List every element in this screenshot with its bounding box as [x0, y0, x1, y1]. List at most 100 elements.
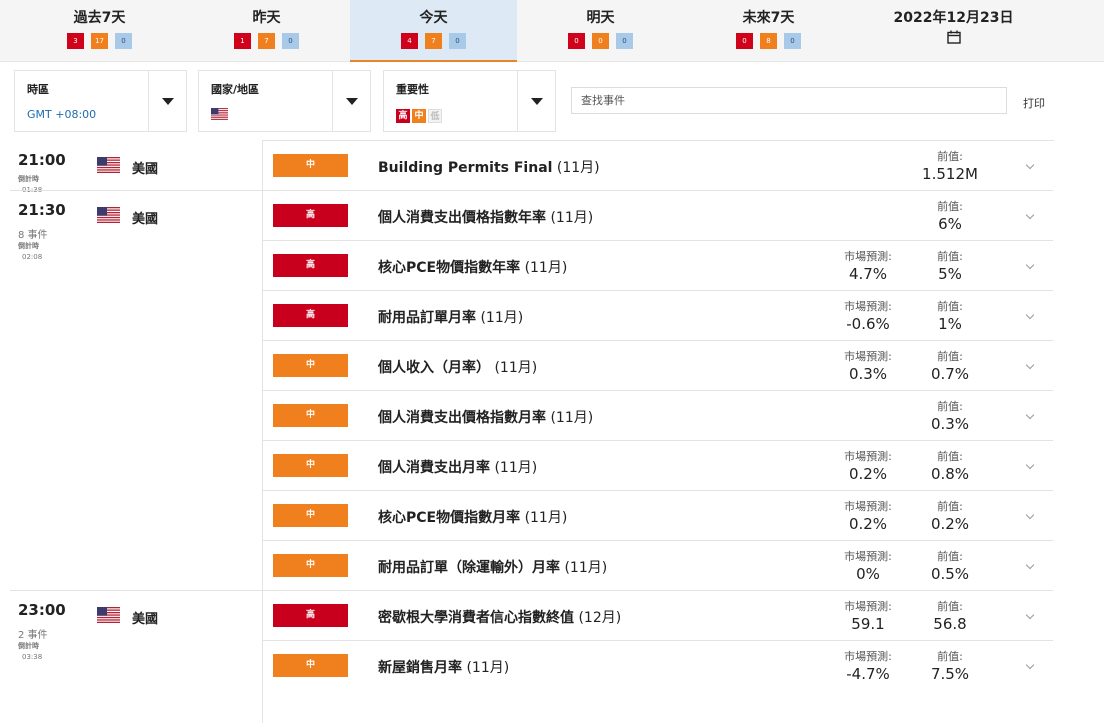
- event-period: (11月): [494, 360, 538, 376]
- chevron-down-icon[interactable]: [1025, 610, 1035, 620]
- forecast-label: 市場預測:: [844, 450, 892, 463]
- event-period: (11月): [524, 260, 568, 276]
- tab-today[interactable]: 今天 4 7 0: [350, 0, 517, 62]
- tab-label: 明天: [586, 10, 615, 26]
- country-dropdown-toggle[interactable]: [332, 71, 370, 131]
- event-name[interactable]: 密歇根大學消費者信心指數終值 (12月): [378, 607, 621, 627]
- event-row[interactable]: 中 個人消費支出價格指數月率 (11月) 前值: 0.3%: [263, 391, 1053, 441]
- tab-yesterday[interactable]: 昨天 1 7 0: [183, 0, 350, 62]
- tab-tomorrow[interactable]: 明天 0 0 0: [517, 0, 684, 62]
- importance-filter[interactable]: 重要性 高 中 低: [383, 70, 556, 132]
- event-row[interactable]: 高 密歇根大學消費者信心指數終值 (12月) 市場預測: 59.1 前值: 56.8: [263, 591, 1053, 641]
- previous-value: 56.8: [933, 615, 967, 633]
- forecast-value: 0.2%: [848, 465, 888, 483]
- event-name[interactable]: 個人收入（月率） (11月): [378, 357, 537, 377]
- print-button[interactable]: 打印: [1023, 95, 1045, 111]
- event-time: 21:00: [18, 151, 66, 169]
- importance-low-chip[interactable]: 低: [428, 109, 442, 123]
- previous-label: 前值:: [937, 500, 963, 513]
- date-picker[interactable]: 2022年12月23日: [870, 0, 1037, 62]
- event-name[interactable]: 耐用品訂單月率 (11月): [378, 307, 523, 327]
- countdown-label: 倒計時: [18, 642, 39, 650]
- importance-badge: 高: [273, 254, 348, 277]
- event-time: 21:30: [18, 201, 66, 219]
- forecast-label: 市場預測:: [844, 300, 892, 313]
- search-input[interactable]: [571, 87, 1007, 114]
- event-row[interactable]: 中 核心PCE物價指數月率 (11月) 市場預測: 0.2% 前值: 0.2%: [263, 491, 1053, 541]
- calendar-icon: [946, 30, 961, 44]
- importance-medium-chip[interactable]: 中: [412, 109, 426, 123]
- tab-next-7-days[interactable]: 未來7天 0 8 0: [685, 0, 852, 62]
- event-title: 個人消費支出價格指數月率: [378, 410, 546, 426]
- importance-badge: 中: [273, 354, 348, 377]
- low-count-badge: 0: [449, 33, 466, 49]
- importance-badge: 中: [273, 454, 348, 477]
- event-row[interactable]: 中 耐用品訂單（除運輸外）月率 (11月) 市場預測: 0% 前值: 0.5%: [263, 541, 1053, 591]
- event-row[interactable]: 中 個人消費支出月率 (11月) 市場預測: 0.2% 前值: 0.8%: [263, 441, 1053, 491]
- event-row[interactable]: 高 個人消費支出價格指數年率 (11月) 前值: 6%: [263, 191, 1053, 241]
- caret-down-icon: [162, 98, 174, 105]
- tab-past-7-days[interactable]: 過去7天 3 17 0: [16, 0, 183, 62]
- previous-value: 0.8%: [930, 465, 970, 483]
- chevron-down-icon[interactable]: [1025, 360, 1035, 370]
- event-time: 23:00: [18, 601, 66, 619]
- forecast-label: 市場預測:: [844, 350, 892, 363]
- countdown-value: 02:08: [22, 253, 43, 261]
- high-count-badge: 4: [401, 33, 418, 49]
- importance-badge: 中: [273, 554, 348, 577]
- event-row[interactable]: 高 耐用品訂單月率 (11月) 市場預測: -0.6% 前值: 1%: [263, 291, 1053, 341]
- event-period: (11月): [480, 310, 524, 326]
- event-period: (11月): [556, 160, 600, 176]
- timezone-dropdown-toggle[interactable]: [148, 71, 186, 131]
- group-divider: [10, 190, 262, 191]
- timezone-filter[interactable]: 時區 GMT +08:00: [14, 70, 187, 132]
- forecast-value: 4.7%: [848, 265, 888, 283]
- country-filter[interactable]: 國家/地區: [198, 70, 371, 132]
- event-name[interactable]: 個人消費支出月率 (11月): [378, 457, 537, 477]
- event-row[interactable]: 中 個人收入（月率） (11月) 市場預測: 0.3% 前值: 0.7%: [263, 341, 1053, 391]
- previous-value: 6%: [938, 215, 962, 233]
- previous-label: 前值:: [937, 200, 963, 213]
- previous-label: 前值:: [937, 550, 963, 563]
- forecast-value: 59.1: [851, 615, 885, 633]
- countdown-label: 倒計時: [18, 175, 39, 183]
- event-period: (11月): [564, 560, 608, 576]
- event-name[interactable]: 耐用品訂單（除運輸外）月率 (11月): [378, 557, 607, 577]
- chevron-down-icon[interactable]: [1025, 560, 1035, 570]
- event-name[interactable]: 個人消費支出價格指數月率 (11月): [378, 407, 593, 427]
- high-count-badge: 0: [736, 33, 753, 49]
- importance-badge: 高: [273, 604, 348, 627]
- forecast-value: -0.6%: [846, 315, 890, 333]
- importance-badge: 中: [273, 154, 348, 177]
- event-period: (12月): [578, 610, 622, 626]
- event-name[interactable]: 核心PCE物價指數月率 (11月): [378, 507, 567, 527]
- medium-count-badge: 8: [760, 33, 777, 49]
- event-row[interactable]: 中 Building Permits Final (11月) 前值: 1.512M: [263, 141, 1053, 191]
- event-period: (11月): [550, 210, 594, 226]
- chevron-down-icon[interactable]: [1025, 660, 1035, 670]
- event-title: 密歇根大學消費者信心指數終值: [378, 610, 574, 626]
- previous-label: 前值:: [937, 400, 963, 413]
- importance-dropdown-toggle[interactable]: [517, 71, 555, 131]
- event-name[interactable]: 核心PCE物價指數年率 (11月): [378, 257, 567, 277]
- event-name[interactable]: 個人消費支出價格指數年率 (11月): [378, 207, 593, 227]
- importance-high-chip[interactable]: 高: [396, 109, 410, 123]
- event-row[interactable]: 中 新屋銷售月率 (11月) 市場預測: -4.7% 前值: 7.5%: [263, 641, 1053, 691]
- country-title: 國家/地區: [211, 83, 260, 96]
- previous-label: 前值:: [937, 650, 963, 663]
- chevron-down-icon[interactable]: [1025, 310, 1035, 320]
- chevron-down-icon[interactable]: [1025, 510, 1035, 520]
- chevron-down-icon[interactable]: [1025, 160, 1035, 170]
- chevron-down-icon[interactable]: [1025, 460, 1035, 470]
- forecast-label: 市場預測:: [844, 250, 892, 263]
- forecast-label: 市場預測:: [844, 600, 892, 613]
- forecast-label: 市場預測:: [844, 500, 892, 513]
- event-title: Building Permits Final: [378, 160, 553, 176]
- chevron-down-icon[interactable]: [1025, 410, 1035, 420]
- event-name[interactable]: Building Permits Final (11月): [378, 157, 600, 177]
- chevron-down-icon[interactable]: [1025, 260, 1035, 270]
- event-title: 個人消費支出月率: [378, 460, 490, 476]
- event-row[interactable]: 高 核心PCE物價指數年率 (11月) 市場預測: 4.7% 前值: 5%: [263, 241, 1053, 291]
- chevron-down-icon[interactable]: [1025, 210, 1035, 220]
- event-name[interactable]: 新屋銷售月率 (11月): [378, 657, 509, 677]
